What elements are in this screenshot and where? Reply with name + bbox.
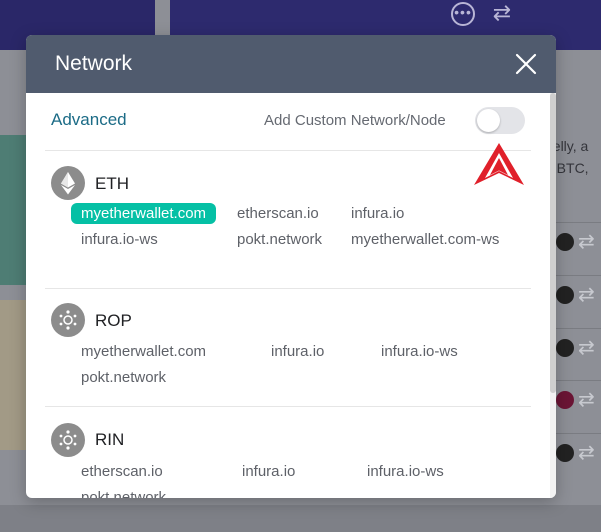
swap-arrows-icon: ⇄ bbox=[578, 284, 595, 306]
custom-network-label: Add Custom Network/Node bbox=[264, 112, 446, 129]
modal-title: Network bbox=[55, 52, 133, 75]
network-modal: Network Advanced Add Custom Network/Node bbox=[26, 35, 556, 498]
token-icon bbox=[556, 339, 574, 357]
node-option[interactable]: etherscan.io bbox=[237, 203, 319, 224]
ethereum-icon bbox=[51, 166, 85, 200]
node-option[interactable]: infura.io bbox=[351, 203, 404, 224]
network-group-rin: RIN etherscan.io infura.io infura.io-ws … bbox=[26, 406, 550, 498]
node-option-selected[interactable]: myetherwallet.com bbox=[71, 203, 217, 224]
swap-arrows-icon: ⇄ bbox=[578, 231, 595, 253]
background-row: ⇄ bbox=[556, 222, 601, 262]
background-row: ⇄ bbox=[556, 433, 601, 473]
background-card-image bbox=[0, 135, 26, 285]
toggle-knob bbox=[477, 109, 500, 132]
network-group-eth: ETH myetherwallet.com etherscan.io infur… bbox=[26, 150, 550, 288]
advanced-row: Advanced Add Custom Network/Node bbox=[26, 93, 550, 150]
node-option[interactable]: pokt.network bbox=[81, 367, 166, 388]
swap-arrows-icon: ⇄ bbox=[578, 389, 595, 411]
node-option[interactable]: infura.io bbox=[271, 341, 324, 362]
node-option[interactable]: pokt.network bbox=[237, 229, 322, 250]
network-name: ROP bbox=[95, 311, 132, 330]
swap-arrows-icon: ⇄ bbox=[578, 337, 595, 359]
pointer-arrow-icon bbox=[473, 142, 525, 190]
swap-icon[interactable]: ⇄ bbox=[490, 2, 514, 24]
network-icon bbox=[51, 303, 85, 337]
scrollbar-thumb[interactable] bbox=[550, 93, 556, 393]
advanced-label: Advanced bbox=[51, 110, 127, 129]
background-row: ⇄ bbox=[556, 328, 601, 368]
token-icon bbox=[556, 233, 574, 251]
node-option[interactable]: infura.io-ws bbox=[367, 461, 444, 482]
close-icon[interactable] bbox=[515, 53, 537, 75]
background-card-image bbox=[0, 300, 26, 450]
swap-arrows-icon: ⇄ bbox=[578, 442, 595, 464]
background-row: ⇄ bbox=[556, 275, 601, 315]
token-icon bbox=[556, 286, 574, 304]
node-option[interactable]: infura.io bbox=[242, 461, 295, 482]
network-name: RIN bbox=[95, 430, 125, 449]
node-option[interactable]: infura.io-ws bbox=[81, 229, 158, 250]
network-group-rop: ROP myetherwallet.com infura.io infura.i… bbox=[26, 288, 550, 406]
node-option[interactable]: myetherwallet.com bbox=[81, 341, 206, 362]
node-option[interactable]: pokt.network bbox=[81, 487, 166, 498]
background-row: ⇄ bbox=[556, 380, 601, 420]
modal-header: Network bbox=[26, 35, 556, 93]
token-icon bbox=[556, 391, 574, 409]
network-name: ETH bbox=[95, 174, 129, 193]
token-icon bbox=[556, 444, 574, 462]
node-option[interactable]: myetherwallet.com-ws bbox=[351, 229, 501, 250]
custom-network-toggle[interactable] bbox=[475, 107, 525, 134]
node-option[interactable]: etherscan.io bbox=[81, 461, 163, 482]
node-option[interactable]: infura.io-ws bbox=[381, 341, 458, 362]
more-options-icon[interactable]: ••• bbox=[451, 2, 475, 26]
background-footer bbox=[0, 505, 601, 532]
network-icon bbox=[51, 423, 85, 457]
